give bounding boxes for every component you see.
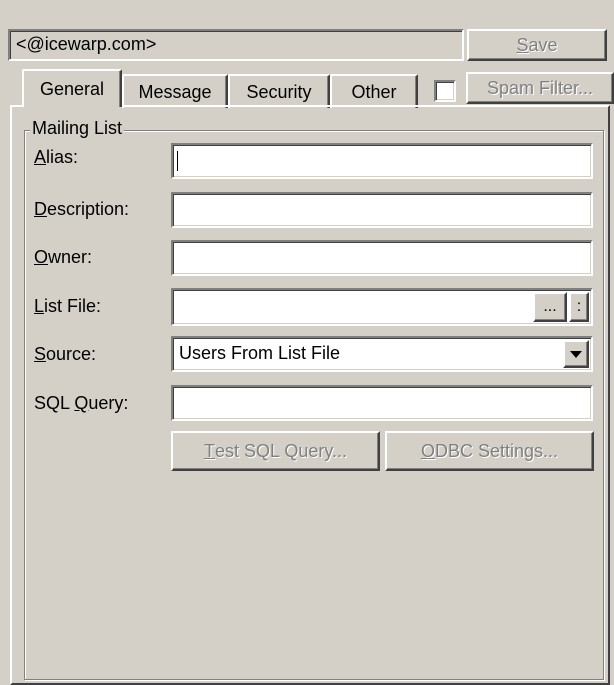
list-file-input[interactable]: ... : xyxy=(171,288,593,326)
alias-input[interactable] xyxy=(171,143,593,179)
text-cursor xyxy=(177,151,178,171)
browse-label: ... xyxy=(543,298,557,315)
sql-query-label: SQL Query: xyxy=(34,393,128,414)
source-label: Source: xyxy=(34,344,96,365)
owner-label: Owner: xyxy=(34,247,92,268)
source-value: Users From List File xyxy=(179,343,341,363)
save-accesskey: S xyxy=(516,34,529,55)
tab-other[interactable]: Other xyxy=(330,74,418,108)
save-button[interactable]: Save xyxy=(467,29,607,61)
odbc-accesskey: O xyxy=(420,440,435,461)
owner-label-rest: wner: xyxy=(48,247,93,267)
spam-filter-checkbox[interactable] xyxy=(434,80,456,102)
owner-input[interactable] xyxy=(171,240,593,276)
mailing-list-title: Mailing List xyxy=(30,118,125,139)
list-file-label-rest: ist File: xyxy=(44,296,102,316)
sql-query-input[interactable] xyxy=(171,385,593,421)
test-sql-accesskey: T xyxy=(203,440,215,461)
odbc-label-rest: DBC Settings... xyxy=(434,440,559,461)
alias-label: Alias: xyxy=(34,147,78,168)
description-input[interactable] xyxy=(171,192,593,228)
spam-filter-button[interactable]: Spam Filter... xyxy=(466,72,614,104)
save-label-rest: ave xyxy=(528,34,558,55)
tab-message[interactable]: Message xyxy=(122,74,228,108)
test-sql-label-rest: est SQL Query... xyxy=(214,440,348,461)
chevron-down-icon xyxy=(570,350,582,358)
sql-query-accesskey: Q xyxy=(74,393,89,413)
more-label: : xyxy=(576,298,582,315)
list-file-more-button[interactable]: : xyxy=(569,292,589,322)
source-select[interactable]: Users From List File xyxy=(171,336,593,372)
account-field[interactable]: <@icewarp.com> xyxy=(8,29,464,61)
odbc-settings-button[interactable]: O DBC Settings... xyxy=(385,431,594,471)
tab-general[interactable]: General xyxy=(22,69,122,107)
list-file-accesskey: L xyxy=(34,296,45,316)
tab-general-label: General xyxy=(39,78,105,99)
description-label-rest: escription: xyxy=(47,199,130,219)
list-file-browse-button[interactable]: ... xyxy=(533,292,567,322)
description-accesskey: D xyxy=(34,199,47,219)
test-sql-query-button[interactable]: Test SQL Query... xyxy=(171,431,380,471)
owner-accesskey: O xyxy=(34,247,49,267)
alias-accesskey: A xyxy=(34,147,47,167)
tab-other-label: Other xyxy=(351,81,397,102)
tab-security-label: Security xyxy=(246,81,312,102)
account-text: <@icewarp.com> xyxy=(16,34,157,54)
tab-security[interactable]: Security xyxy=(228,74,330,108)
source-accesskey: S xyxy=(34,344,47,364)
source-label-rest: ource: xyxy=(46,344,97,364)
alias-label-rest: lias: xyxy=(46,147,79,167)
sql-query-label-rest: uery: xyxy=(88,393,129,413)
list-file-label: List File: xyxy=(34,296,101,317)
description-label: Description: xyxy=(34,199,129,220)
tab-message-label: Message xyxy=(138,81,212,102)
spam-filter-label: Spam Filter... xyxy=(486,77,594,98)
sql-label-pre: SQL xyxy=(34,393,75,413)
source-dropdown-button[interactable] xyxy=(563,340,589,368)
